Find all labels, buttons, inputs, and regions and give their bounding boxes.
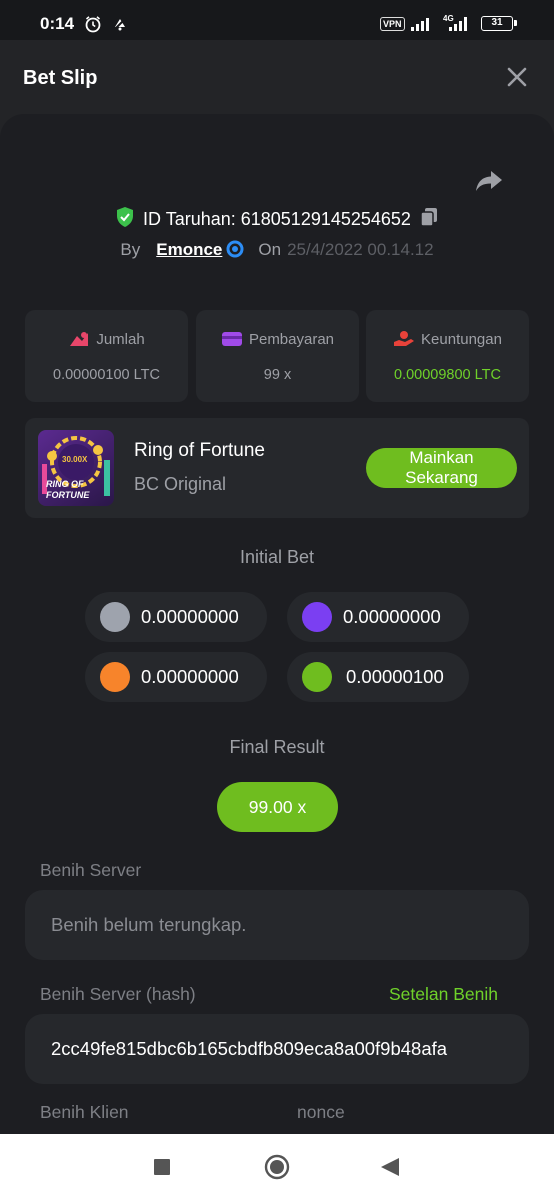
bet-chip: 0.00000000: [85, 592, 267, 642]
status-time: 0:14: [40, 14, 75, 33]
server-hash-value: 2cc49fe815dbc6b165cbdfb809eca8a00f9b48af…: [51, 1038, 448, 1059]
user-badge-icon: [226, 240, 244, 259]
back-button[interactable]: [381, 1158, 399, 1181]
bet-slip-panel: [0, 114, 554, 1134]
copy-icon[interactable]: [419, 206, 439, 233]
bet-id-row: ID Taruhan: 61805129145254652: [0, 206, 554, 232]
chip-color-dot: [100, 662, 130, 692]
game-thumb-multiplier: 30.00X: [62, 455, 88, 464]
stat-value: 0.00000100 LTC: [53, 367, 160, 383]
play-now-label-2: Sekarang: [405, 468, 478, 487]
stat-card-amount: Jumlah 0.00000100 LTC: [25, 310, 188, 402]
chip-amount: 0.00000000: [343, 606, 441, 627]
game-thumb-title-1: RING OF: [46, 479, 84, 489]
username-link[interactable]: Emonce: [156, 240, 222, 259]
game-name: Ring of Fortune: [134, 440, 265, 461]
home-icon: [264, 1154, 290, 1180]
stat-header: Jumlah: [25, 330, 188, 348]
client-seed-label: Benih Klien: [40, 1102, 129, 1122]
stat-card-profit: Keuntungan 0.00009800 LTC: [366, 310, 529, 402]
game-thumb-title-2: FORTUNE: [46, 490, 90, 500]
final-result-value: 99.00 x: [217, 782, 338, 832]
notification-muted-icon: [112, 16, 128, 37]
server-seed-label: Benih Server: [40, 860, 142, 880]
seed-settings-link[interactable]: Setelan Benih: [389, 984, 498, 1005]
battery-indicator: 31: [481, 16, 517, 31]
stat-card-payout: Pembayaran 99 x: [196, 310, 359, 402]
bet-chip: 0.00000100: [287, 652, 469, 702]
on-label: On: [258, 240, 282, 259]
stat-header: Keuntungan: [366, 330, 529, 348]
network-label: 4G: [443, 14, 454, 23]
bet-amount-icon: [70, 332, 89, 346]
page-title: Bet Slip: [23, 67, 98, 89]
alarm-icon: [84, 15, 102, 38]
recents-icon: [154, 1159, 170, 1175]
server-hash-label: Benih Server (hash): [40, 984, 196, 1004]
stat-value: 0.00009800 LTC: [394, 367, 501, 383]
game-card[interactable]: 30.00X RING OF FORTUNE Ring of Fortune B…: [25, 418, 529, 518]
home-button[interactable]: [264, 1154, 290, 1185]
bet-author-row: By Emonce On 25/4/2022 00.14.12: [0, 240, 554, 264]
bet-chip: 0.00000000: [287, 592, 469, 642]
final-result-title: Final Result: [229, 737, 325, 757]
bet-chip: 0.00000000: [85, 652, 267, 702]
game-thumbnail[interactable]: 30.00X RING OF FORTUNE: [38, 430, 114, 506]
close-button[interactable]: [504, 64, 530, 90]
play-now-label-1: Mainkan: [409, 448, 474, 467]
bet-id: ID Taruhan: 61805129145254652: [143, 209, 411, 229]
bet-slip-header: Bet Slip: [0, 40, 554, 114]
chip-color-dot: [302, 602, 332, 632]
back-icon: [381, 1158, 399, 1176]
chip-color-dot: [100, 602, 130, 632]
bet-date: 25/4/2022 00.14.12: [287, 240, 434, 259]
recents-button[interactable]: [154, 1159, 170, 1180]
server-hash-field[interactable]: 2cc49fe815dbc6b165cbdfb809eca8a00f9b48af…: [25, 1014, 529, 1084]
system-nav-bar: [0, 1134, 554, 1200]
server-seed-placeholder: Benih belum terungkap.: [51, 914, 247, 935]
signal-icon: [410, 16, 432, 37]
card-icon: [221, 332, 242, 346]
game-provider: BC Original: [134, 474, 227, 494]
initial-bet-title: Initial Bet: [239, 547, 315, 567]
stat-label: Keuntungan: [421, 331, 502, 348]
stat-label: Pembayaran: [248, 331, 335, 348]
status-bar: 0:14 VPN 4G 31: [0, 0, 554, 40]
network-4g-icon: 4G: [440, 13, 470, 38]
chip-color-dot: [302, 662, 332, 692]
stat-value: 99 x: [263, 367, 292, 383]
chip-amount: 0.00000000: [141, 666, 239, 687]
play-now-button[interactable]: Mainkan Sekarang: [366, 448, 517, 488]
nonce-label: nonce: [297, 1102, 345, 1122]
chip-amount: 0.00000100: [346, 666, 444, 687]
profit-hand-icon: [394, 331, 415, 346]
close-icon: [507, 67, 527, 87]
share-button[interactable]: [474, 168, 504, 194]
server-seed-field[interactable]: Benih belum terungkap.: [25, 890, 529, 960]
vpn-indicator: VPN: [380, 17, 405, 31]
chip-amount: 0.00000000: [141, 606, 239, 627]
stat-header: Pembayaran: [196, 330, 359, 348]
by-label: By: [120, 240, 141, 259]
share-icon: [476, 171, 502, 191]
stat-label: Jumlah: [96, 331, 145, 348]
shield-check-icon: [115, 206, 135, 233]
bet-slip-content: [0, 114, 554, 1134]
